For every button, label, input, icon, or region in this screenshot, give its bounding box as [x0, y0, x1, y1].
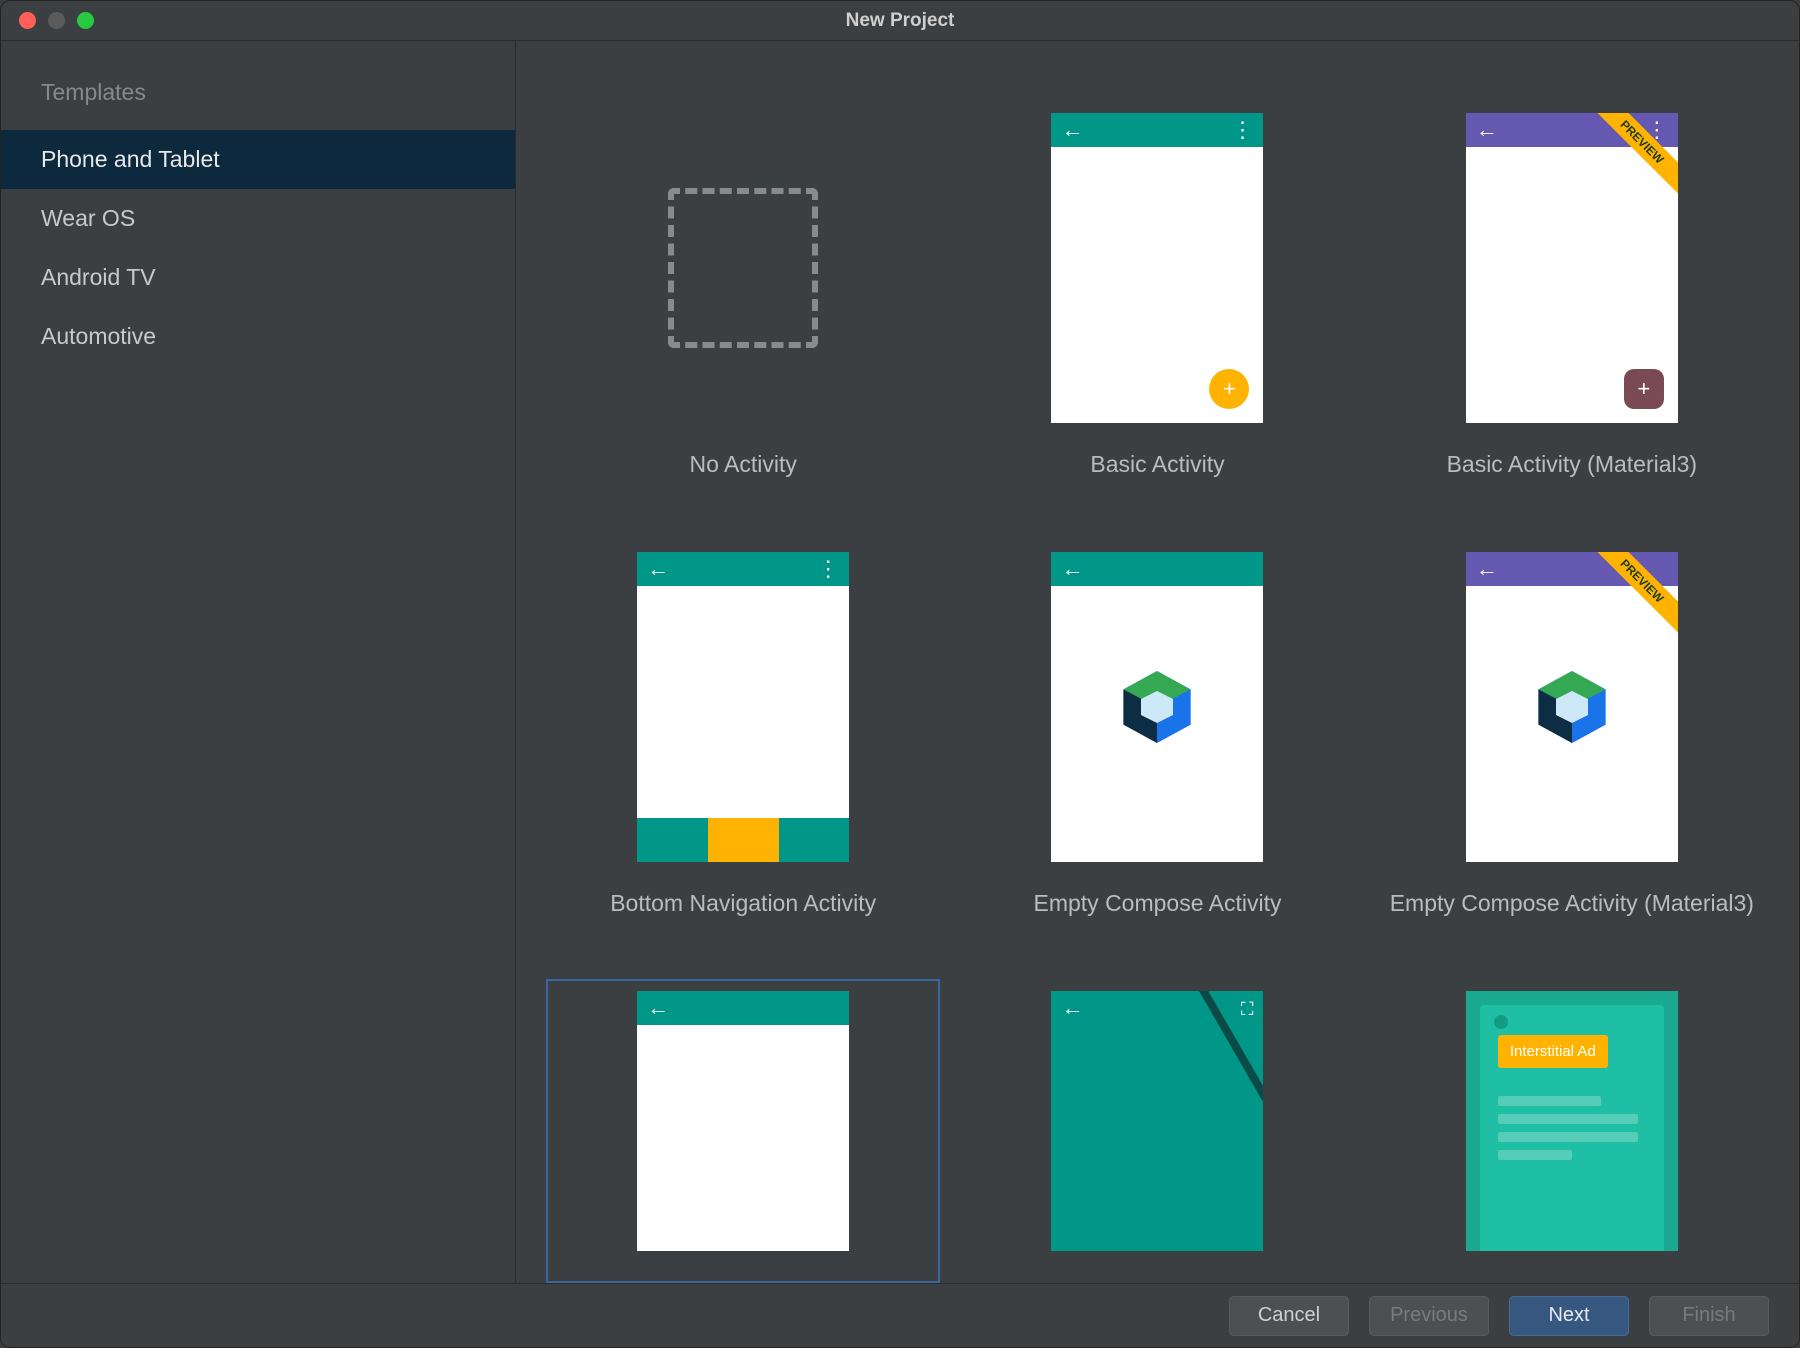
template-thumb: ←	[637, 991, 849, 1251]
template-card-no-activity[interactable]: No Activity	[546, 101, 940, 510]
mock-appbar: ←	[637, 991, 849, 1025]
diagonal-decoration	[1183, 991, 1263, 1251]
sidebar-heading: Templates	[1, 69, 515, 130]
template-label: Bottom Navigation Activity	[610, 890, 876, 917]
template-card-compose-m3[interactable]: ← PREVIEW	[1375, 540, 1769, 949]
template-thumb: ← ⋮	[637, 552, 849, 862]
template-thumb: Interstitial Ad	[1466, 991, 1678, 1251]
template-thumb: ← ⋮ + PREVIEW	[1466, 113, 1678, 423]
overflow-menu-icon: ⋮	[1646, 119, 1668, 141]
template-thumb: ←	[1051, 552, 1263, 862]
mock-appbar: ←	[1051, 552, 1263, 586]
window-title: New Project	[1, 10, 1799, 32]
template-card-selected[interactable]: ←	[546, 979, 940, 1283]
dialog-footer: Cancel Previous Next Finish	[1, 1283, 1799, 1347]
template-card-compose[interactable]: ← Empty Compose Act	[960, 540, 1354, 949]
template-label: No Activity	[689, 451, 796, 478]
new-project-window: New Project Templates Phone and Tablet W…	[0, 0, 1800, 1348]
template-label: Basic Activity (Material3)	[1447, 451, 1698, 478]
mock-appbar: ← ⋮	[637, 552, 849, 586]
template-thumb	[637, 113, 849, 423]
template-thumb: ← PREVIEW	[1466, 552, 1678, 862]
overflow-menu-icon: ⋮	[1231, 119, 1253, 141]
back-arrow-icon: ←	[1476, 119, 1498, 141]
mock-appbar: ←	[1466, 552, 1678, 586]
next-button[interactable]: Next	[1509, 1296, 1629, 1336]
template-label: Basic Activity	[1090, 451, 1224, 478]
back-arrow-icon: ←	[1061, 119, 1083, 141]
back-arrow-icon: ←	[647, 997, 669, 1019]
overflow-menu-icon: ⋮	[817, 558, 839, 580]
compose-logo-icon	[1532, 667, 1612, 747]
template-thumb: ← ⋮ +	[1051, 113, 1263, 423]
sidebar: Templates Phone and Tablet Wear OS Andro…	[1, 41, 516, 1283]
compose-logo-icon	[1117, 667, 1197, 747]
back-arrow-icon: ←	[1061, 997, 1083, 1019]
dialog-body: Templates Phone and Tablet Wear OS Andro…	[1, 41, 1799, 1283]
traffic-lights	[1, 12, 94, 29]
sidebar-item-phone-tablet[interactable]: Phone and Tablet	[1, 130, 515, 189]
fullscreen-icon: ⛶	[1241, 999, 1254, 1020]
cancel-button[interactable]: Cancel	[1229, 1296, 1349, 1336]
template-gallery: No Activity ← ⋮ + Basic Activity	[516, 41, 1799, 1283]
back-arrow-icon: ←	[1476, 558, 1498, 580]
template-card-ad[interactable]: Interstitial Ad	[1375, 979, 1769, 1283]
window-zoom-button[interactable]	[77, 12, 94, 29]
template-card-basic-activity-m3[interactable]: ← ⋮ + PREVIEW Basic Activity (Material3)	[1375, 101, 1769, 510]
template-card-fullscreen[interactable]: ← ⛶	[960, 979, 1354, 1283]
template-label: Empty Compose Activity (Material3)	[1390, 890, 1754, 917]
sidebar-item-android-tv[interactable]: Android TV	[1, 248, 515, 307]
window-minimize-button[interactable]	[48, 12, 65, 29]
ad-button-mock: Interstitial Ad	[1498, 1035, 1608, 1068]
finish-button[interactable]: Finish	[1649, 1296, 1769, 1336]
template-card-bottom-nav[interactable]: ← ⋮ Bottom Navigation Activity	[546, 540, 940, 949]
template-thumb: ← ⛶	[1051, 991, 1263, 1251]
back-arrow-icon: ←	[647, 558, 669, 580]
sidebar-item-wear-os[interactable]: Wear OS	[1, 189, 515, 248]
template-label: Empty Compose Activity	[1034, 890, 1282, 917]
fab-plus-icon: +	[1624, 369, 1664, 409]
window-close-button[interactable]	[19, 12, 36, 29]
mock-bottom-nav	[637, 818, 849, 862]
previous-button[interactable]: Previous	[1369, 1296, 1489, 1336]
back-arrow-icon: ←	[1061, 558, 1083, 580]
template-card-basic-activity[interactable]: ← ⋮ + Basic Activity	[960, 101, 1354, 510]
mock-appbar: ← ⋮	[1466, 113, 1678, 147]
dashed-placeholder-icon	[668, 188, 818, 348]
mock-appbar: ← ⋮	[1051, 113, 1263, 147]
camera-dot-icon	[1494, 1015, 1508, 1029]
sidebar-item-automotive[interactable]: Automotive	[1, 307, 515, 366]
fab-plus-icon: +	[1209, 369, 1249, 409]
titlebar: New Project	[1, 1, 1799, 41]
mock-appbar: ←	[1051, 991, 1263, 1025]
